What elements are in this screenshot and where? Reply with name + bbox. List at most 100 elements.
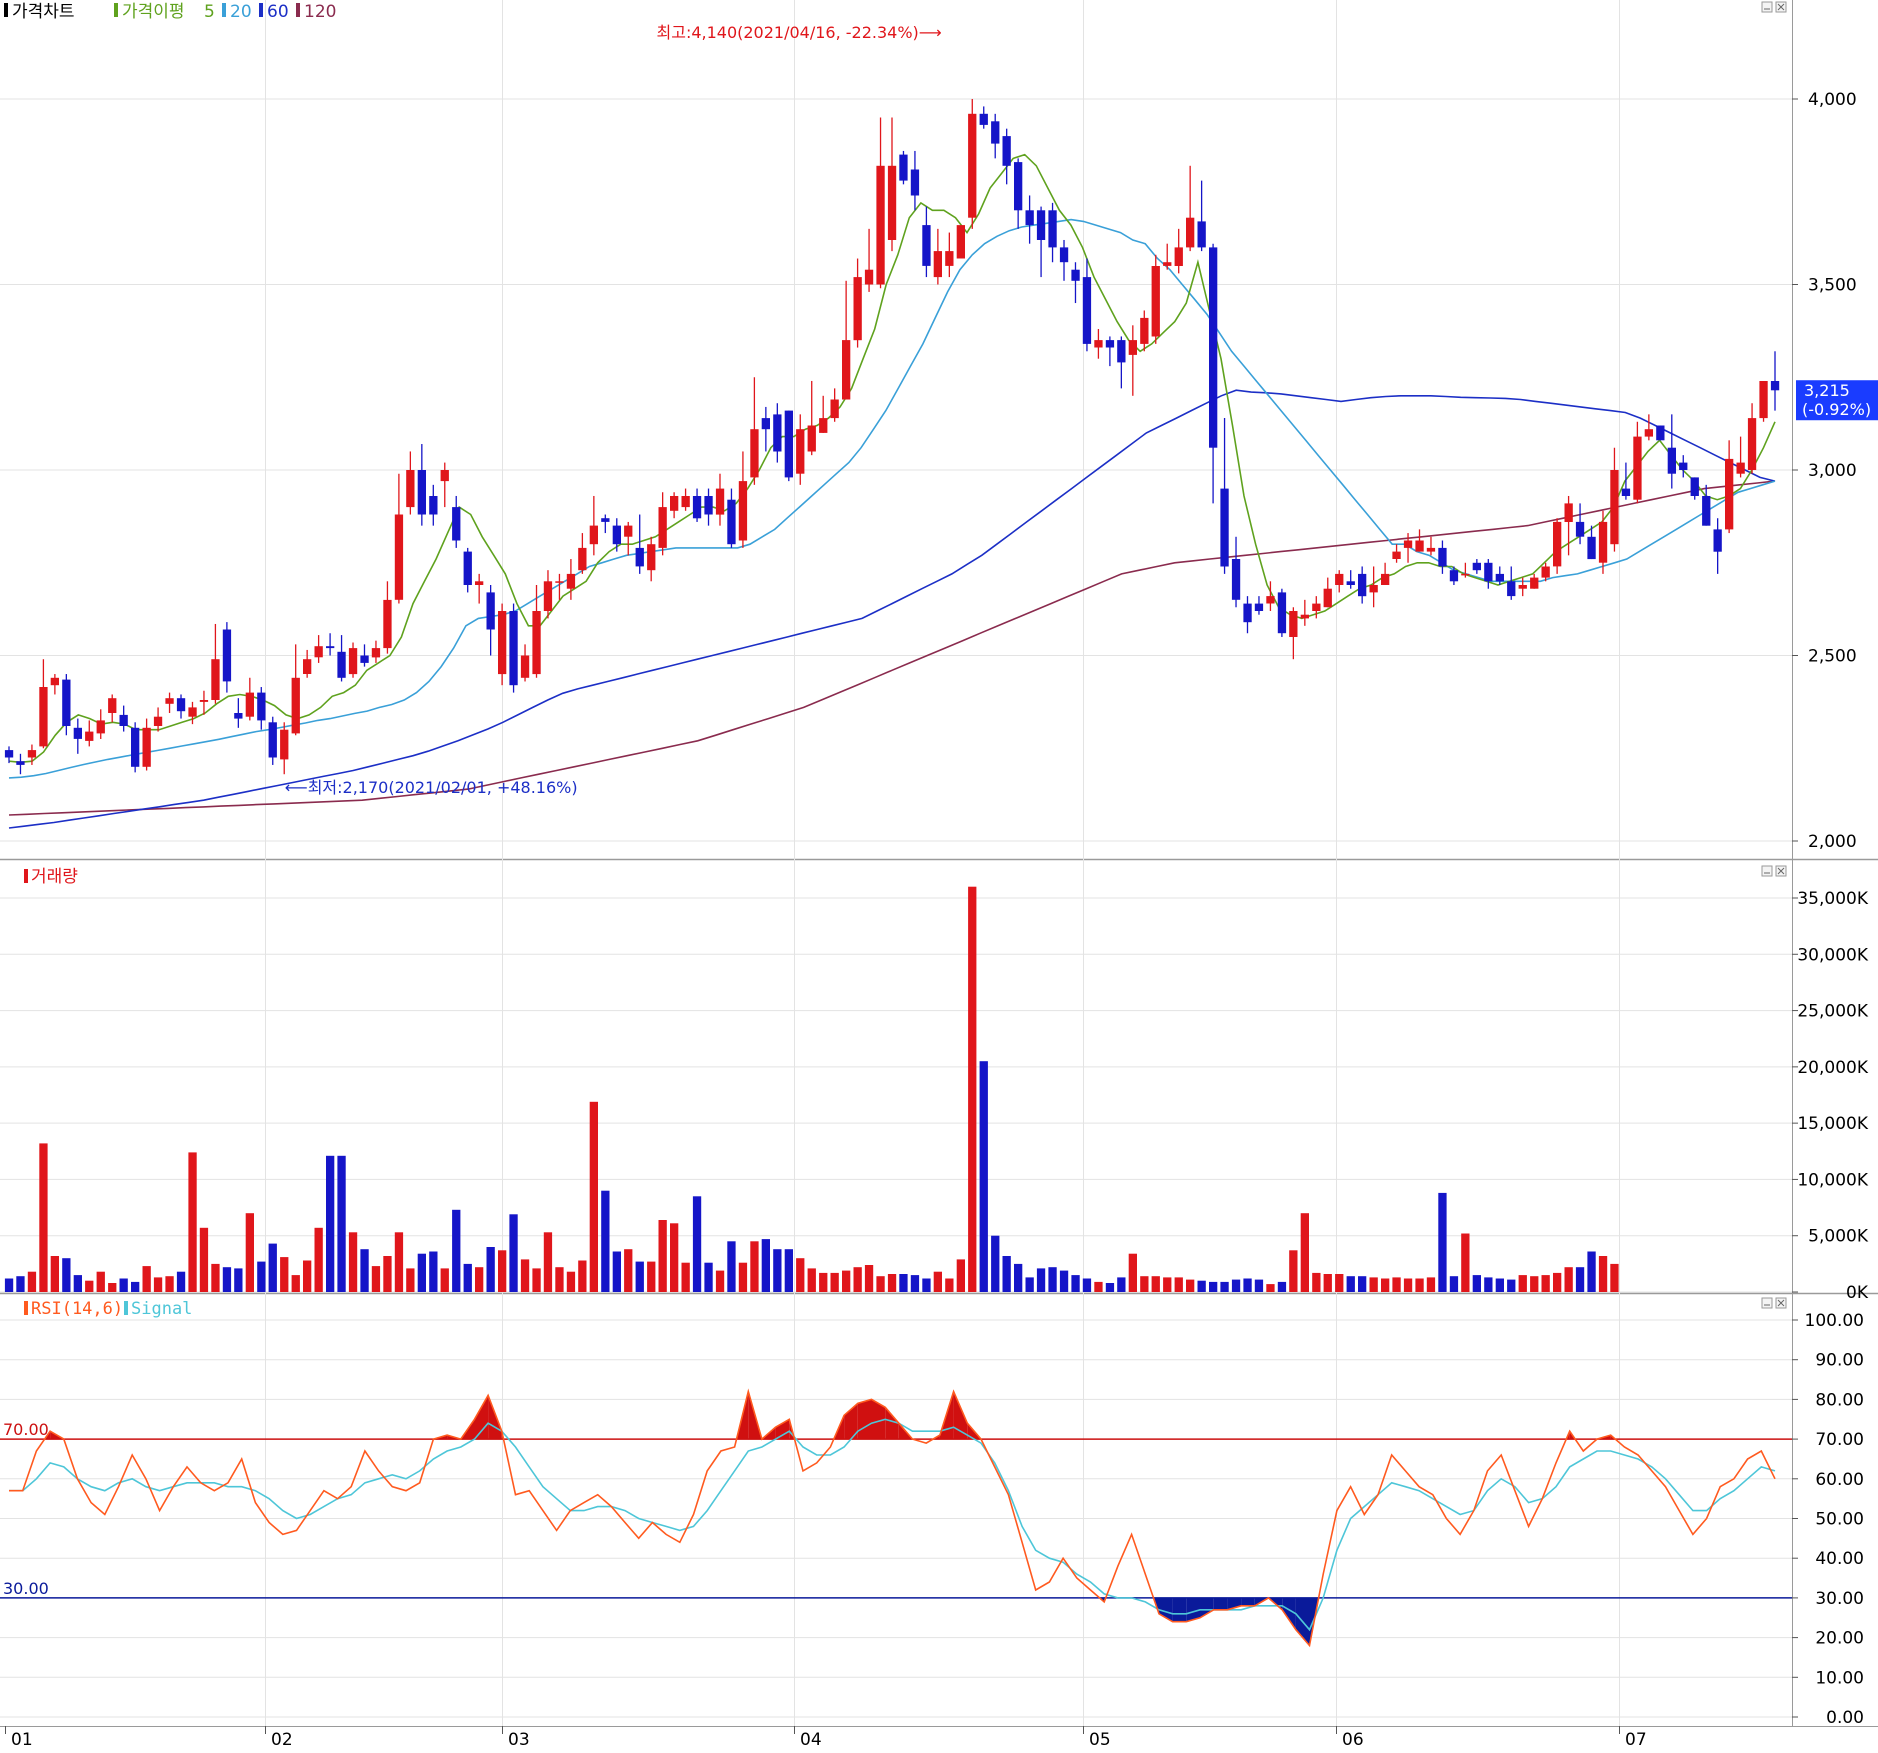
volume-bar	[1541, 1275, 1550, 1292]
candle-body	[1094, 340, 1103, 348]
volume-bar	[532, 1268, 541, 1292]
rsi-oversold-area	[1241, 1597, 1255, 1606]
volume-bar	[589, 1101, 598, 1292]
volume-bar	[566, 1271, 576, 1292]
volume-bar	[750, 1241, 759, 1292]
candle-body	[394, 514, 404, 600]
volume-bar	[1507, 1279, 1516, 1292]
volume-bar	[1289, 1250, 1298, 1292]
volume-bar	[1495, 1278, 1504, 1292]
rsi-oversold-area	[1172, 1597, 1187, 1622]
volume-bar	[1117, 1277, 1126, 1292]
candle-body	[750, 429, 759, 478]
volume-y-tick-label: 0K	[1846, 1283, 1869, 1303]
minimize-icon[interactable]	[1761, 865, 1773, 877]
candle-body	[1312, 603, 1321, 611]
volume-bar	[727, 1241, 736, 1292]
volume-bar	[1610, 1263, 1619, 1292]
candle-body	[1484, 562, 1493, 582]
candle	[131, 722, 140, 773]
candle-body	[1105, 340, 1115, 348]
volume-bar	[176, 1271, 186, 1292]
candle-body	[303, 659, 312, 674]
candle-body	[1426, 547, 1436, 552]
candle-body	[1472, 562, 1481, 571]
volume-bar	[1094, 1281, 1103, 1292]
volume-bar	[979, 1061, 988, 1292]
candle-body	[245, 692, 254, 717]
candle-body	[417, 470, 426, 515]
volume-bar	[1587, 1251, 1596, 1292]
x-tick-label: 01	[11, 1730, 33, 1749]
candle-body	[1644, 429, 1653, 437]
candle-body	[1667, 447, 1676, 474]
volume-bar	[16, 1276, 25, 1292]
volume-bar	[1266, 1284, 1275, 1292]
candle-body	[658, 507, 667, 548]
candle-body	[371, 648, 381, 658]
volume-bar	[876, 1276, 885, 1292]
candle-body	[887, 165, 897, 240]
volume-bar	[62, 1258, 71, 1292]
candle-body	[922, 225, 931, 266]
candle-body	[131, 727, 140, 767]
volume-bar	[830, 1272, 839, 1292]
candle-body	[475, 581, 484, 585]
candle-body	[1713, 529, 1722, 552]
candle-body	[383, 599, 392, 649]
volume-bar	[452, 1209, 461, 1292]
candle-body	[1438, 547, 1447, 567]
legend-swatch-price	[4, 3, 8, 17]
candle-body	[566, 573, 576, 589]
volume-bar	[153, 1277, 163, 1292]
candle-body	[234, 713, 243, 719]
volume-bar	[509, 1214, 518, 1292]
candle-body	[429, 496, 438, 515]
volume-bar	[27, 1271, 37, 1292]
rsi-level-30-label: 30.00	[3, 1579, 49, 1598]
candle-body	[532, 611, 541, 675]
candle-body	[761, 418, 770, 430]
stock-chart-window: 01 02 03 04 05 06 07 4,000 3,500 3,000 2,500 2,000 3…	[0, 0, 1878, 1750]
candle-body	[337, 651, 346, 678]
minimize-icon[interactable]	[1761, 1, 1773, 13]
volume-bar	[1151, 1276, 1160, 1292]
rsi-y-tick-label: 80.00	[1815, 1390, 1864, 1410]
price-y-tick-label: 2,000	[1808, 832, 1857, 852]
volume-bar	[1036, 1268, 1046, 1292]
volume-y-tick-label: 35,000K	[1797, 889, 1868, 909]
candle-body	[933, 251, 942, 278]
candle-body	[291, 677, 300, 734]
x-tick-label: 02	[271, 1730, 293, 1749]
volume-bar	[842, 1270, 851, 1292]
candle-body	[1220, 488, 1229, 567]
candle-body	[96, 720, 105, 734]
candle-body	[1197, 221, 1206, 248]
candle-body	[727, 499, 736, 545]
volume-bar	[956, 1259, 965, 1292]
candle-body	[188, 707, 197, 717]
volume-bar	[131, 1281, 140, 1292]
candle-body	[1174, 247, 1183, 266]
minimize-icon[interactable]	[1761, 1297, 1773, 1309]
candle-body	[1369, 585, 1378, 593]
volume-bar	[119, 1278, 128, 1292]
volume-bar	[326, 1155, 335, 1292]
candle-body	[348, 648, 358, 675]
legend-ma5: 5	[204, 2, 215, 22]
volume-bar	[658, 1220, 667, 1292]
rsi-y-tick-label: 50.00	[1815, 1510, 1864, 1530]
volume-bar	[1426, 1277, 1436, 1292]
volume-bar	[1002, 1256, 1011, 1292]
candle-body	[498, 611, 507, 675]
candle-body	[16, 761, 25, 765]
volume-bar	[681, 1262, 690, 1292]
volume-bar	[268, 1243, 277, 1292]
volume-bar	[715, 1270, 725, 1292]
volume-bar	[222, 1267, 232, 1292]
candle-body	[1736, 462, 1745, 474]
volume-bar	[337, 1155, 346, 1292]
volume-y-tick-label: 10,000K	[1797, 1170, 1868, 1190]
volume-bar	[784, 1249, 793, 1292]
volume-bar	[498, 1250, 507, 1292]
